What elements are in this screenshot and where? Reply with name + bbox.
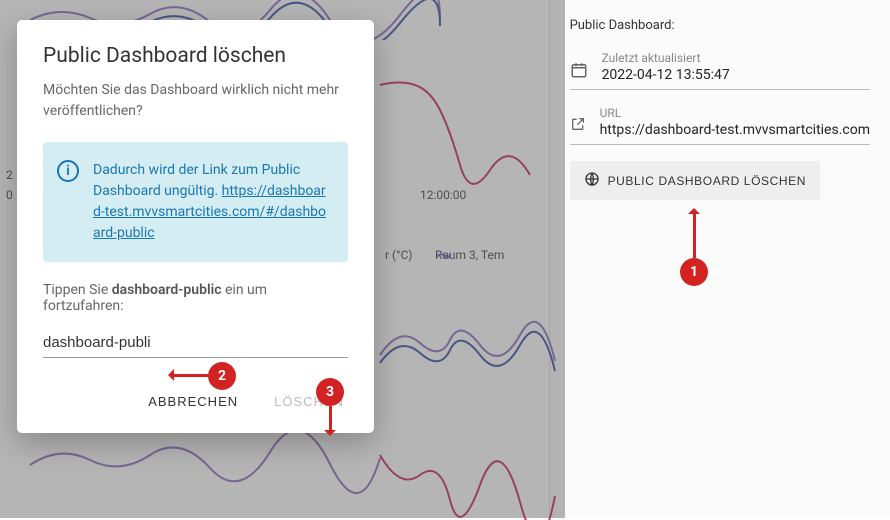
annotation-arrow — [693, 210, 696, 258]
info-icon: i — [57, 160, 79, 182]
annotation-3: 3 — [316, 378, 344, 406]
delete-public-dashboard-button[interactable]: PUBLIC DASHBOARD LÖSCHEN — [570, 161, 820, 200]
confirm-instruction: Tippen Sie dashboard-public ein um fortz… — [43, 282, 348, 314]
panel-title: Public Dashboard: — [570, 18, 870, 33]
cancel-button[interactable]: ABBRECHEN — [144, 388, 242, 415]
delete-button-label: PUBLIC DASHBOARD LÖSCHEN — [608, 174, 806, 188]
url-label: URL — [600, 106, 870, 120]
annotation-1: 1 — [680, 258, 708, 286]
updated-field: Zuletzt aktualisiert 2022-04-12 13:55:47 — [570, 51, 870, 90]
annotation-arrow — [329, 406, 332, 434]
annotation-arrow — [170, 374, 208, 377]
dialog-subtext: Möchten Sie das Dashboard wirklich nicht… — [43, 80, 348, 122]
delete-confirmation-dialog: Public Dashboard löschen Möchten Sie das… — [17, 20, 374, 433]
info-alert: i Dadurch wird der Link zum Public Dashb… — [43, 142, 348, 262]
url-field: URL https://dashboard-test.mvvsmartcitie… — [570, 106, 870, 145]
url-value[interactable]: https://dashboard-test.mvvsmartcities.co… — [600, 122, 870, 138]
confirm-input[interactable] — [43, 330, 348, 358]
annotation-2: 2 — [208, 362, 236, 390]
dialog-title: Public Dashboard löschen — [43, 44, 348, 68]
globe-icon — [584, 171, 600, 190]
updated-value: 2022-04-12 13:55:47 — [602, 67, 870, 83]
side-panel: Public Dashboard: Zuletzt aktualisiert 2… — [549, 0, 890, 518]
updated-label: Zuletzt aktualisiert — [602, 51, 870, 65]
